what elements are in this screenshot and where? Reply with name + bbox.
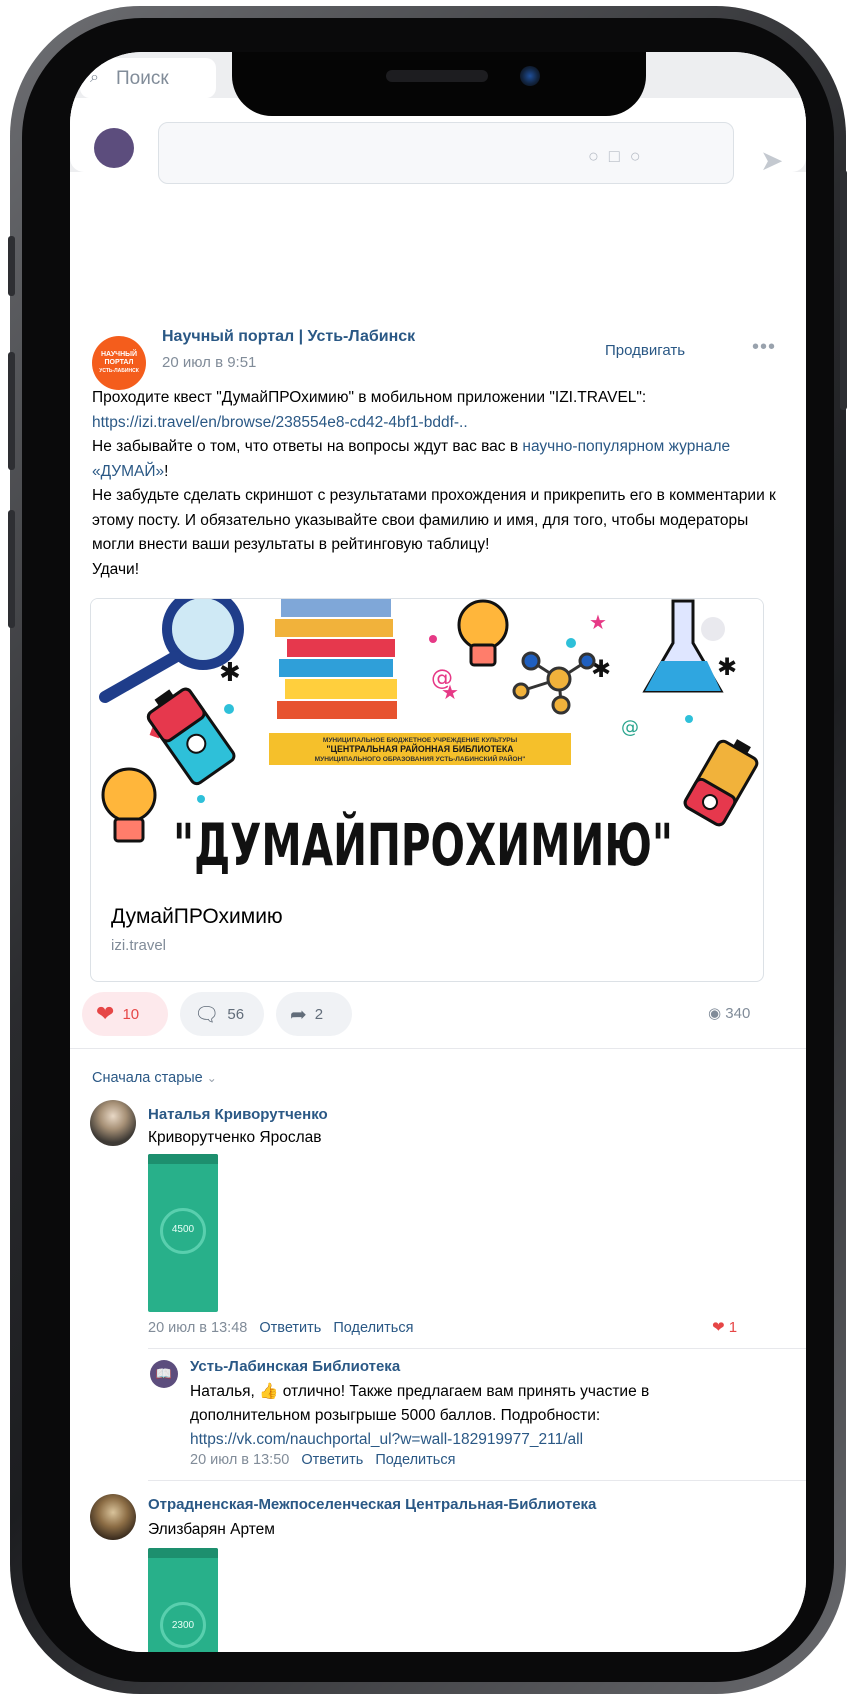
comment-date[interactable]: 20 июл в 13:48 xyxy=(148,1320,247,1336)
post-link-izi[interactable]: https://izi.travel/en/browse/238554e8-cd… xyxy=(92,414,468,431)
comments-sort-dropdown[interactable]: Сначала старые ⌄ xyxy=(92,1070,217,1086)
comment-button[interactable]: 🗨 56 xyxy=(180,992,264,1036)
books-illustration xyxy=(275,599,397,719)
avatar-text-line: ПОРТАЛ xyxy=(104,359,134,366)
post-date[interactable]: 20 июл в 9:51 xyxy=(162,354,256,371)
screenshot-score: 4500 xyxy=(171,1224,195,1235)
search-input[interactable]: Поиск xyxy=(116,68,169,90)
like-button[interactable]: ❤ 10 xyxy=(82,992,168,1036)
comment-divider xyxy=(148,1348,806,1349)
like-count: 10 xyxy=(122,1005,140,1023)
battery-illustration xyxy=(683,739,759,827)
promote-button[interactable]: Продвигать xyxy=(605,342,685,359)
reply-text-part: Наталья, xyxy=(190,1383,255,1400)
comment-meta: 20 июл в 13:48 Ответить Поделиться xyxy=(148,1320,413,1336)
views-counter: ◉ 340 xyxy=(708,1004,750,1022)
comment-icon: 🗨 xyxy=(194,1003,220,1026)
reply-button[interactable]: Ответить xyxy=(301,1452,363,1468)
lightbulb-illustration xyxy=(457,599,509,667)
link-preview-title[interactable]: ДумайПРОхимию xyxy=(111,905,283,929)
banner-line-3: МУНИЦИПАЛЬНОГО ОБРАЗОВАНИЯ УСТЬ-ЛАБИНСКИ… xyxy=(315,754,526,763)
svg-text:@: @ xyxy=(621,717,639,738)
molecule-illustration xyxy=(512,651,596,715)
send-icon[interactable]: ➤ xyxy=(760,144,783,177)
comment-avatar[interactable] xyxy=(90,1494,136,1540)
heart-icon: ❤ xyxy=(96,1001,115,1026)
lightbulb-illustration xyxy=(101,767,157,843)
more-options-icon[interactable]: ••• xyxy=(752,336,776,359)
banner-line-1: МУНИЦИПАЛЬНОЕ БЮДЖЕТНОЕ УЧРЕЖДЕНИЕ КУЛЬТ… xyxy=(323,737,518,744)
flask-illustration xyxy=(642,599,724,693)
comment-text: Элизбарян Артем xyxy=(148,1521,275,1538)
share-button[interactable]: ➦ 2 xyxy=(276,992,352,1036)
share-count: 2 xyxy=(314,1005,324,1023)
post-text-line: Не забудьте сделать скриншот с результат… xyxy=(92,487,776,553)
comment-divider xyxy=(148,1480,806,1481)
reply-avatar-book-icon[interactable]: 📖 xyxy=(150,1360,178,1388)
post-text: Проходите квест "ДумайПРОхимию" в мобиль… xyxy=(92,386,782,582)
heart-icon: ❤ xyxy=(712,1319,725,1336)
comment-text: Криворутченко Ярослав xyxy=(148,1129,322,1146)
svg-text:★: ★ xyxy=(589,610,607,634)
svg-text:✱: ✱ xyxy=(219,658,241,688)
eye-icon: ◉ xyxy=(708,1005,722,1022)
link-preview-image: ✱ ✱ ✱ @ ★ ★ @ МУНИЦИПАЛЬНОЕ БЮДЖЕТНОЕ УЧ… xyxy=(91,599,763,891)
phone-mute-switch xyxy=(8,236,15,296)
composer-avatar xyxy=(94,128,134,168)
phone-speaker xyxy=(386,70,488,82)
comments-sort-label: Сначала старые xyxy=(92,1070,203,1086)
link-preview-domain: izi.travel xyxy=(111,937,167,954)
share-comment-button[interactable]: Поделиться xyxy=(333,1320,413,1336)
phone-notch xyxy=(232,52,646,116)
post-author-name[interactable]: Научный портал | Усть-Лабинск xyxy=(162,328,415,346)
reply-author[interactable]: Усть-Лабинская Библиотека xyxy=(190,1358,400,1375)
avatar-text-line: УСТЬ-ЛАБИНСК xyxy=(99,368,139,374)
post-text-line: Проходите квест "ДумайПРОхимию" в мобиль… xyxy=(92,389,647,406)
svg-text:★: ★ xyxy=(441,680,459,704)
svg-text:✱: ✱ xyxy=(717,653,737,681)
phone-volume-down-button xyxy=(8,510,15,628)
phone-power-button xyxy=(840,170,847,410)
card-image-title: "ДУМАЙПРОХИМИЮ" xyxy=(173,810,673,879)
reply-text: Наталья, 👍 отлично! Также предлагаем вам… xyxy=(190,1380,750,1452)
post-actions: ❤ 10 🗨 56 ➦ 2 ◉ 340 xyxy=(82,992,802,1038)
comment-like-count: 1 xyxy=(728,1319,738,1336)
views-count: 340 xyxy=(725,1005,751,1022)
phone-screen: ⌕ Поиск ○□○ ➤ НАУЧНЫЙ ПОРТАЛ УСТЬ-ЛАБИНС… xyxy=(70,52,806,1652)
avatar-text-line: НАУЧНЫЙ xyxy=(100,351,138,358)
post-text-line: Не забывайте о том, что ответы на вопрос… xyxy=(92,438,523,455)
post-text-line: Удачи! xyxy=(92,560,139,578)
comment-author[interactable]: Наталья Криворутченко xyxy=(148,1106,328,1123)
reply-link[interactable]: https://vk.com/nauchportal_ul?w=wall-182… xyxy=(190,1431,583,1448)
phone-camera xyxy=(520,66,540,86)
comment-avatar[interactable] xyxy=(90,1100,136,1146)
share-icon: ➦ xyxy=(290,1003,307,1026)
comment-count: 56 xyxy=(227,1005,245,1023)
post-text-line: ! xyxy=(164,462,169,480)
screenshot-score: 2300 xyxy=(171,1620,195,1631)
thumbs-up-icon: 👍 xyxy=(259,1383,279,1400)
reply-date[interactable]: 20 июл в 13:50 xyxy=(190,1452,289,1468)
reply-meta: 20 июл в 13:50 Ответить Поделиться xyxy=(190,1452,455,1468)
post-author-avatar[interactable]: НАУЧНЫЙ ПОРТАЛ УСТЬ-ЛАБИНСК xyxy=(92,336,146,390)
comment-like-button[interactable]: ❤ 1 xyxy=(712,1318,737,1336)
link-preview-card[interactable]: ✱ ✱ ✱ @ ★ ★ @ МУНИЦИПАЛЬНОЕ БЮДЖЕТНОЕ УЧ… xyxy=(90,598,764,982)
actions-divider xyxy=(70,1048,806,1049)
chevron-down-icon: ⌄ xyxy=(206,1071,217,1085)
comment-screenshot-thumbnail[interactable]: 4500 xyxy=(148,1154,218,1312)
comment-screenshot-thumbnail[interactable]: 2300 xyxy=(148,1548,218,1652)
comment-author[interactable]: Отрадненская-Межпоселенческая Центральна… xyxy=(148,1496,596,1513)
share-comment-button[interactable]: Поделиться xyxy=(375,1452,455,1468)
reply-button[interactable]: Ответить xyxy=(259,1320,321,1336)
search-icon: ⌕ xyxy=(90,69,99,86)
composer-attach-icons[interactable]: ○□○ xyxy=(588,146,651,167)
post-card: НАУЧНЫЙ ПОРТАЛ УСТЬ-ЛАБИНСК Научный порт… xyxy=(70,200,806,1652)
banner-line-2: "ЦЕНТРАЛЬНАЯ РАЙОННАЯ БИБЛИОТЕКА xyxy=(326,743,514,754)
phone-volume-up-button xyxy=(8,352,15,470)
